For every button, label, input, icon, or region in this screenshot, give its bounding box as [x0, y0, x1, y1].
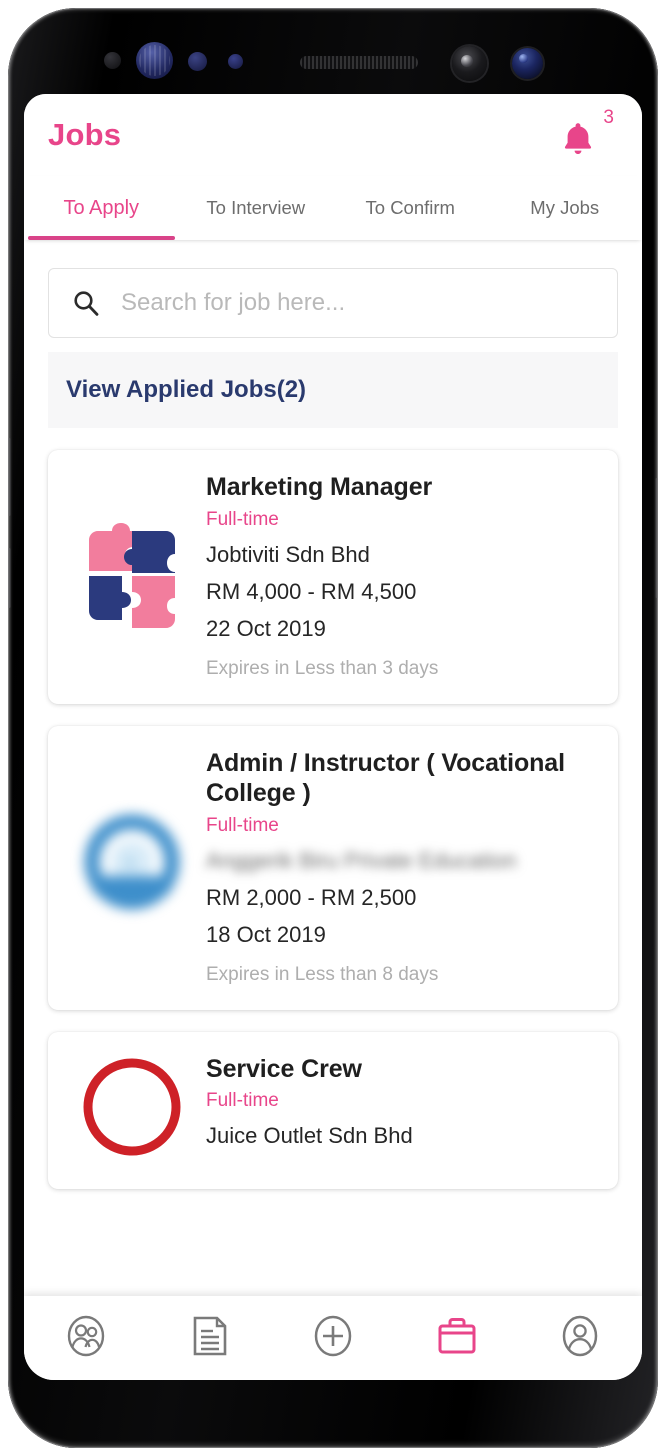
job-title: Service Crew — [206, 1054, 362, 1083]
job-details: Marketing Manager Full-time Jobtiviti Sd… — [202, 472, 600, 680]
tab-to-confirm[interactable]: To Confirm — [333, 176, 488, 240]
tab-my-jobs[interactable]: My Jobs — [488, 176, 643, 240]
job-title: Marketing Manager — [206, 473, 433, 501]
nav-item-jobs[interactable] — [395, 1314, 519, 1363]
nav-item-add[interactable] — [271, 1313, 395, 1364]
volume-down-button[interactable] — [8, 548, 11, 608]
job-company: Jobtiviti Sdn Bhd — [206, 541, 370, 567]
search-placeholder: Search for job here... — [121, 289, 346, 316]
tab-bar: To Apply To Interview To Confirm My Jobs — [24, 176, 642, 240]
notification-badge: 3 — [603, 107, 614, 128]
job-expiry: Expires in Less than 8 days — [206, 963, 439, 985]
job-card[interactable]: Service Crew Full-time Juice Outlet Sdn … — [48, 1031, 618, 1189]
company-logo — [62, 748, 202, 986]
view-applied-jobs-label: View Applied Jobs(2) — [66, 376, 307, 403]
infrared-camera-icon — [452, 46, 487, 81]
page-title: Jobs — [48, 117, 122, 152]
job-type: Full-time — [206, 814, 279, 836]
job-type: Full-time — [206, 508, 279, 530]
people-icon — [63, 1313, 109, 1364]
company-logo — [62, 472, 202, 680]
front-camera-icon — [512, 48, 543, 79]
job-type: Full-time — [206, 1090, 279, 1111]
nav-item-profile[interactable] — [518, 1313, 642, 1364]
job-company: Juice Outlet Sdn Bhd — [206, 1123, 413, 1148]
tab-label: To Interview — [206, 197, 306, 218]
tab-to-interview[interactable]: To Interview — [179, 176, 334, 240]
nav-item-feed[interactable] — [148, 1314, 272, 1363]
job-salary: RM 4,000 - RM 4,500 — [206, 578, 417, 604]
tab-label: To Confirm — [365, 197, 455, 218]
profile-icon — [558, 1313, 602, 1364]
jobs-list-container: Search for job here... View Applied Jobs… — [24, 240, 642, 1296]
puzzle-pieces-logo-icon — [79, 518, 185, 633]
job-salary: RM 2,000 - RM 2,500 — [206, 884, 417, 910]
add-icon — [310, 1313, 356, 1364]
job-details: Admin / Instructor ( Vocational College … — [202, 748, 600, 986]
device-top-bezel — [8, 8, 658, 94]
job-expiry: Expires in Less than 3 days — [206, 657, 439, 679]
search-icon — [71, 288, 101, 318]
red-circle-logo-icon — [79, 1054, 185, 1165]
tab-label: To Apply — [63, 196, 140, 219]
nav-item-people[interactable] — [24, 1313, 148, 1364]
phone-screen: Jobs 3 To Apply To Interview To Confirm … — [24, 94, 642, 1380]
briefcase-icon — [434, 1314, 480, 1363]
app-header: Jobs 3 — [24, 94, 642, 176]
tab-to-apply[interactable]: To Apply — [24, 176, 179, 240]
tab-label: My Jobs — [530, 197, 600, 218]
job-card[interactable]: Marketing Manager Full-time Jobtiviti Sd… — [48, 450, 618, 704]
job-date: 18 Oct 2019 — [206, 921, 326, 947]
feed-icon — [189, 1314, 229, 1363]
job-title: Admin / Instructor ( Vocational College … — [206, 748, 565, 808]
bottom-navigation — [24, 1296, 642, 1380]
phone-frame: Jobs 3 To Apply To Interview To Confirm … — [8, 8, 658, 1448]
earpiece-speaker — [300, 56, 418, 69]
proximity-sensor-icon — [104, 52, 121, 69]
light-sensor-icon — [188, 52, 207, 71]
company-logo — [62, 1054, 202, 1165]
job-card[interactable]: Admin / Instructor ( Vocational College … — [48, 725, 618, 1010]
job-company: Anggerik Biru Private Education — [206, 847, 517, 873]
job-date: 22 Oct 2019 — [206, 615, 326, 641]
volume-up-button[interactable] — [8, 438, 11, 516]
secondary-sensor-icon — [228, 54, 243, 69]
power-button[interactable] — [655, 478, 658, 598]
iris-scanner-icon — [136, 42, 173, 79]
job-details: Service Crew Full-time Juice Outlet Sdn … — [202, 1054, 600, 1165]
blue-circle-logo-icon — [74, 806, 190, 927]
view-applied-jobs-button[interactable]: View Applied Jobs(2) — [48, 352, 618, 428]
bell-icon — [560, 119, 596, 162]
search-input[interactable]: Search for job here... — [48, 268, 618, 338]
notifications-button[interactable]: 3 — [558, 107, 616, 162]
